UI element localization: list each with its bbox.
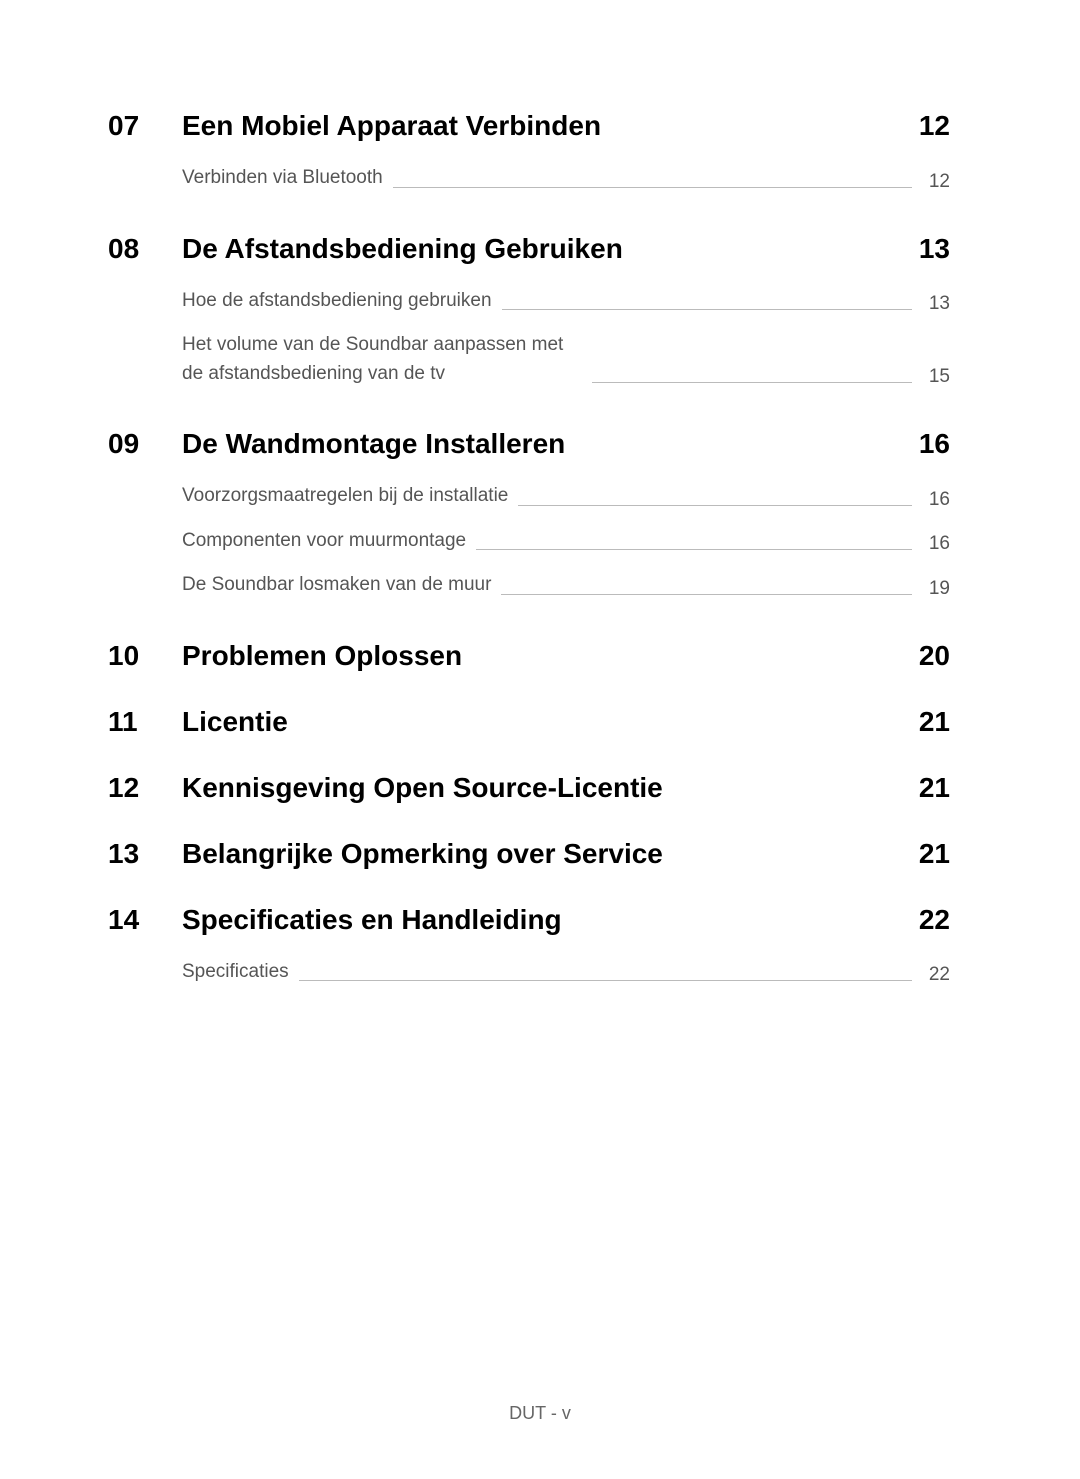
section-content: Specificaties en Handleiding22Specificat…: [182, 904, 950, 1003]
section-title: Belangrijke Opmerking over Service: [182, 838, 663, 870]
toc-section: 12Kennisgeving Open Source-Licentie 21: [108, 772, 950, 804]
section-number: 08: [108, 233, 182, 265]
section-title: Licentie: [182, 706, 288, 738]
section-title: De Wandmontage Installeren: [182, 428, 565, 460]
leader-line: [518, 505, 912, 506]
section-title-row: Problemen Oplossen 20: [182, 640, 950, 672]
section-number: 13: [108, 838, 182, 870]
section-number: 12: [108, 772, 182, 804]
section-title: Problemen Oplossen: [182, 640, 462, 672]
sub-item-label: Voorzorgsmaatregelen bij de installatie: [182, 482, 508, 511]
toc-section: 08De Afstandsbediening Gebruiken13Hoe de…: [108, 233, 950, 405]
sub-item: Componenten voor muurmontage 16: [182, 527, 950, 556]
sub-item-page: 16: [922, 489, 950, 511]
leader-line: [501, 594, 912, 595]
sub-item: De Soundbar losmaken van de muur 19: [182, 571, 950, 600]
sub-item-label: Hoe de afstandsbediening gebruiken: [182, 287, 492, 316]
section-page: 21: [919, 706, 950, 738]
leader-line: [592, 382, 912, 383]
sub-item: Voorzorgsmaatregelen bij de installatie 1…: [182, 482, 950, 511]
sub-item-label: De Soundbar losmaken van de muur: [182, 571, 491, 600]
sub-item: Hoe de afstandsbediening gebruiken 13: [182, 287, 950, 316]
sub-item-page: 16: [922, 533, 950, 555]
section-page: 16: [919, 428, 950, 460]
section-content: Problemen Oplossen 20: [182, 640, 950, 672]
toc-section: 13Belangrijke Opmerking over Service 21: [108, 838, 950, 870]
section-number: 14: [108, 904, 182, 936]
section-title-row: Belangrijke Opmerking over Service 21: [182, 838, 950, 870]
toc-section: 09De Wandmontage Installeren16Voorzorgsm…: [108, 428, 950, 616]
section-number: 11: [108, 706, 182, 738]
section-content: Belangrijke Opmerking over Service 21: [182, 838, 950, 870]
section-content: Een Mobiel Apparaat Verbinden12Verbinden…: [182, 110, 950, 209]
section-title: Een Mobiel Apparaat Verbinden: [182, 110, 601, 142]
section-page: 22: [919, 904, 950, 936]
section-content: De Wandmontage Installeren16Voorzorgsmaa…: [182, 428, 950, 616]
sub-item-page: 15: [922, 366, 950, 388]
sub-item-page: 19: [922, 578, 950, 600]
section-title: De Afstandsbediening Gebruiken: [182, 233, 623, 265]
sub-items: Specificaties 22: [182, 958, 950, 987]
section-title-row: De Wandmontage Installeren 16: [182, 428, 950, 460]
section-page: 12: [919, 110, 950, 142]
sub-items: Voorzorgsmaatregelen bij de installatie 1…: [182, 482, 950, 600]
sub-items: Hoe de afstandsbediening gebruiken 13 Het …: [182, 287, 950, 389]
leader-line: [502, 309, 912, 310]
section-page: 21: [919, 838, 950, 870]
section-title: Kennisgeving Open Source-Licentie: [182, 772, 663, 804]
table-of-contents: 07Een Mobiel Apparaat Verbinden12Verbind…: [108, 110, 950, 1002]
sub-item: Verbinden via Bluetooth 12: [182, 164, 950, 193]
section-title-row: De Afstandsbediening Gebruiken 13: [182, 233, 950, 265]
sub-item-label: Componenten voor muurmontage: [182, 527, 466, 556]
page-footer: DUT - v: [0, 1403, 1080, 1424]
section-title-row: Kennisgeving Open Source-Licentie 21: [182, 772, 950, 804]
section-content: Licentie 21: [182, 706, 950, 738]
section-page: 13: [919, 233, 950, 265]
section-content: Kennisgeving Open Source-Licentie 21: [182, 772, 950, 804]
section-page: 20: [919, 640, 950, 672]
section-content: De Afstandsbediening Gebruiken13Hoe de a…: [182, 233, 950, 405]
sub-item-label: Specificaties: [182, 958, 289, 987]
section-title-row: Een Mobiel Apparaat Verbinden 12: [182, 110, 950, 142]
sub-item-page: 12: [922, 171, 950, 193]
sub-item-label: Verbinden via Bluetooth: [182, 164, 383, 193]
toc-section: 10Problemen Oplossen 20: [108, 640, 950, 672]
toc-section: 14Specificaties en Handleiding22Specific…: [108, 904, 950, 1003]
section-number: 07: [108, 110, 182, 142]
section-page: 21: [919, 772, 950, 804]
section-number: 09: [108, 428, 182, 460]
toc-section: 11Licentie 21: [108, 706, 950, 738]
section-number: 10: [108, 640, 182, 672]
section-title: Specificaties en Handleiding: [182, 904, 562, 936]
leader-line: [393, 187, 912, 188]
section-title-row: Specificaties en Handleiding 22: [182, 904, 950, 936]
sub-items: Verbinden via Bluetooth 12: [182, 164, 950, 193]
sub-item-page: 13: [922, 293, 950, 315]
section-title-row: Licentie 21: [182, 706, 950, 738]
leader-line: [299, 980, 912, 981]
toc-section: 07Een Mobiel Apparaat Verbinden12Verbind…: [108, 110, 950, 209]
sub-item-label: Het volume van de Soundbar aanpassen met…: [182, 331, 582, 388]
sub-item: Specificaties 22: [182, 958, 950, 987]
sub-item-page: 22: [922, 964, 950, 986]
sub-item: Het volume van de Soundbar aanpassen met…: [182, 331, 950, 388]
leader-line: [476, 549, 912, 550]
